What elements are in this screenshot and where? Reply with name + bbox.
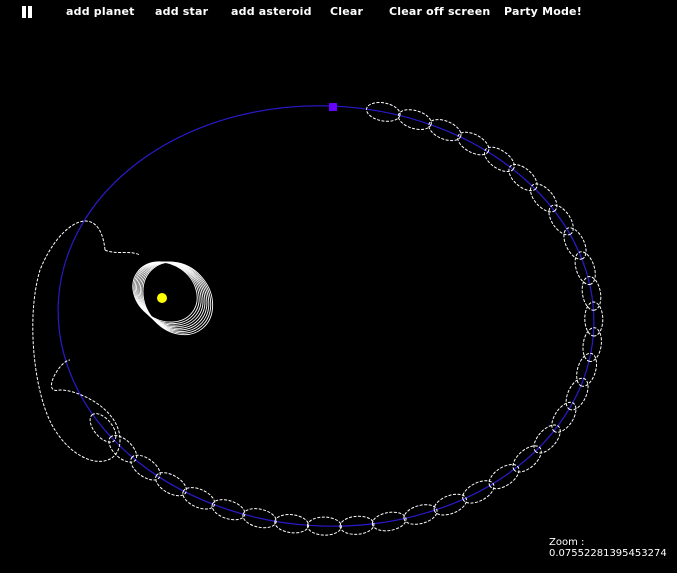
zoom-readout: Zoom : 0.07552281395453274 <box>549 537 667 559</box>
add-star-button[interactable]: add star <box>155 5 208 18</box>
pause-bar-left <box>22 6 26 18</box>
add-planet-button[interactable]: add planet <box>66 5 135 18</box>
simulation-stage[interactable]: add planet add star add asteroid Clear C… <box>0 0 677 573</box>
simulation-canvas[interactable] <box>0 0 677 573</box>
star[interactable] <box>157 293 167 303</box>
moon-trail-lobe <box>104 249 141 256</box>
zoom-label: Zoom : <box>549 537 585 548</box>
planet[interactable] <box>329 103 337 111</box>
star-swirl-trail <box>132 261 214 336</box>
star-swirl-ring <box>141 261 212 334</box>
star-swirl-ring <box>142 261 214 336</box>
pause-bar-right <box>28 6 32 18</box>
clear-button[interactable]: Clear <box>330 5 363 18</box>
zoom-value: 0.07552281395453274 <box>549 548 667 559</box>
clear-off-screen-button[interactable]: Clear off screen <box>389 5 490 18</box>
add-asteroid-button[interactable]: add asteroid <box>231 5 312 18</box>
moon-trail-outer-loop <box>32 220 121 462</box>
party-mode-button[interactable]: Party Mode! <box>504 5 582 18</box>
pause-icon[interactable] <box>20 5 34 19</box>
planet-orbit-path <box>57 105 595 527</box>
toolbar: add planet add star add asteroid Clear C… <box>0 0 677 24</box>
moon-trail <box>89 101 604 536</box>
